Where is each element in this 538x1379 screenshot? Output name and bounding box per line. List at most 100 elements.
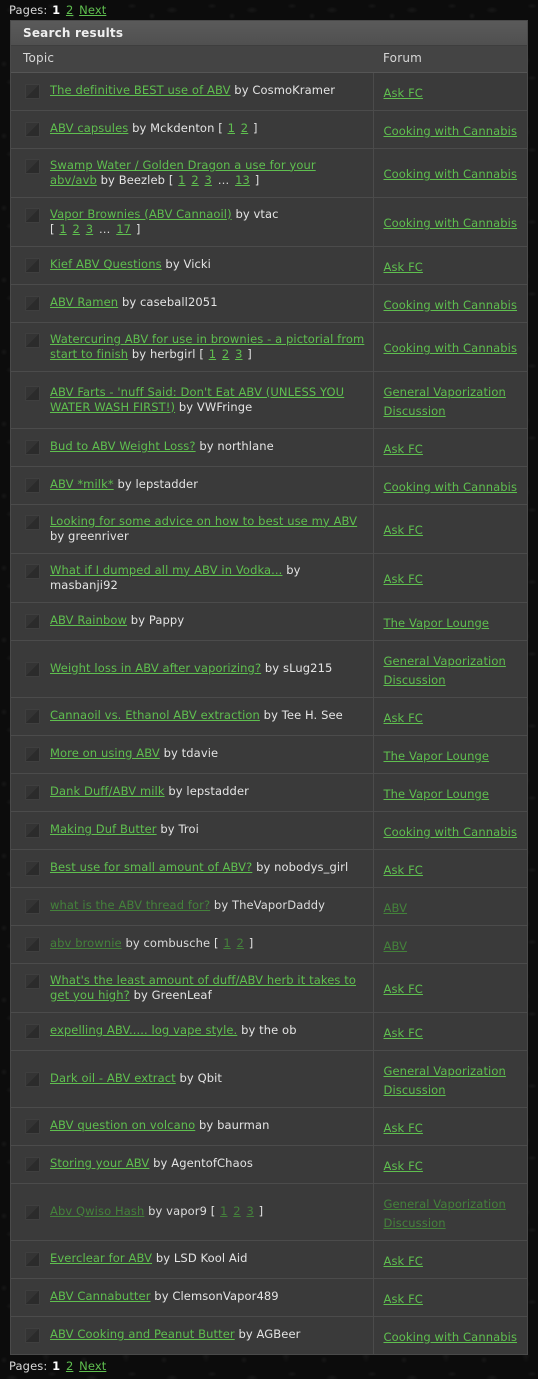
forum-link[interactable]: Cooking with Cannabis [384, 825, 518, 839]
topic-page-link[interactable]: 1 [177, 173, 186, 187]
forum-link[interactable]: Ask FC [384, 1254, 423, 1268]
forum-text: Ask FC [384, 523, 423, 537]
forum-link[interactable]: Ask FC [384, 260, 423, 274]
forum-link[interactable]: Ask FC [384, 1159, 423, 1173]
topic-link[interactable]: ABV *milk* [50, 477, 114, 491]
forum-link[interactable]: Ask FC [384, 711, 423, 725]
topic-text: ABV Ramen by caseball2051 [50, 295, 218, 310]
topic-page-link[interactable]: 2 [190, 173, 199, 187]
topic-link[interactable]: ABV Cooking and Peanut Butter [50, 1327, 235, 1341]
forum-link[interactable]: Cooking with Cannabis [384, 298, 518, 312]
forum-link[interactable]: The Vapor Lounge [384, 749, 490, 763]
table-row: Dank Duff/ABV milk by lepstadder The Vapo… [11, 772, 527, 811]
topic-author: by Vicki [161, 257, 211, 271]
topic-page-link[interactable]: 2 [221, 347, 230, 361]
table-row: Watercuring ABV for use in brownies - a … [11, 321, 527, 371]
topic-author: by nobodys_girl [252, 860, 349, 874]
topic-thumbnail-icon [25, 614, 40, 629]
topic-link[interactable]: Everclear for ABV [50, 1251, 152, 1265]
topic-link[interactable]: The definitive BEST use of ABV [50, 83, 231, 97]
forum-link[interactable]: General Vaporization Discussion [384, 654, 506, 687]
forum-cell: Ask FC [373, 1011, 527, 1050]
topic-link[interactable]: ABV Rainbow [50, 613, 127, 627]
topic-link[interactable]: what is the ABV thread for? [50, 898, 210, 912]
topic-link[interactable]: expelling ABV..... log vape style. [50, 1023, 237, 1037]
topic-page-link[interactable]: 3 [245, 1204, 254, 1218]
topic-page-link-last[interactable]: 17 [115, 222, 132, 236]
topic-link[interactable]: ABV question on volcano [50, 1118, 195, 1132]
forum-link[interactable]: Ask FC [384, 863, 423, 877]
forum-link[interactable]: Cooking with Cannabis [384, 167, 518, 181]
topic-link[interactable]: Bud to ABV Weight Loss? [50, 439, 196, 453]
forum-link[interactable]: Ask FC [384, 572, 423, 586]
topic-link[interactable]: More on using ABV [50, 746, 160, 760]
topic-page-link[interactable]: 2 [72, 222, 81, 236]
forum-link[interactable]: Cooking with Cannabis [384, 216, 518, 230]
topic-link[interactable]: ABV Ramen [50, 295, 118, 309]
forum-link[interactable]: The Vapor Lounge [384, 616, 490, 630]
pagination-page-2[interactable]: 2 [65, 3, 74, 17]
forum-cell: The Vapor Lounge [373, 734, 527, 773]
topic-text: Cannaoil vs. Ethanol ABV extraction by T… [50, 708, 343, 723]
forum-link[interactable]: General Vaporization Discussion [384, 1064, 506, 1097]
topic-page-link[interactable]: 3 [234, 347, 243, 361]
topic-link[interactable]: What if I dumped all my ABV in Vodka... [50, 563, 282, 577]
topic-link[interactable]: abv brownie [50, 936, 122, 950]
forum-text: Cooking with Cannabis [384, 167, 518, 181]
topic-link[interactable]: Vapor Brownies (ABV Cannaoil) [50, 207, 232, 221]
topic-page-link[interactable]: 1 [219, 1204, 228, 1218]
forum-link[interactable]: Ask FC [384, 442, 423, 456]
topic-link[interactable]: Best use for small amount of ABV? [50, 860, 252, 874]
topic-link[interactable]: Cannaoil vs. Ethanol ABV extraction [50, 708, 260, 722]
forum-link[interactable]: Cooking with Cannabis [384, 341, 518, 355]
topic-link[interactable]: Storing your ABV [50, 1156, 149, 1170]
topic-page-link[interactable]: 2 [232, 1204, 241, 1218]
topic-page-link[interactable]: 3 [85, 222, 94, 236]
topic-link[interactable]: Kief ABV Questions [50, 257, 162, 271]
topic-page-link[interactable]: 1 [58, 222, 67, 236]
forum-link[interactable]: Cooking with Cannabis [384, 480, 518, 494]
forum-link[interactable]: ABV [384, 939, 408, 953]
topic-link[interactable]: Making Duf Butter [50, 822, 157, 836]
forum-link[interactable]: ABV [384, 901, 408, 915]
topic-page-link[interactable]: 1 [227, 121, 236, 135]
forum-link[interactable]: Ask FC [384, 1292, 423, 1306]
pagination-label-bottom: Pages: [9, 1358, 48, 1373]
topic-link[interactable]: Dark oil - ABV extract [50, 1071, 176, 1085]
forum-link[interactable]: Ask FC [384, 982, 423, 996]
forum-cell: General Vaporization Discussion [373, 639, 527, 697]
topic-cell: Kief ABV Questions by Vicki [11, 245, 374, 284]
topic-link[interactable]: ABV Cannabutter [50, 1289, 151, 1303]
topic-link[interactable]: Looking for some advice on how to best u… [50, 514, 357, 528]
topic-page-link[interactable]: 2 [240, 121, 249, 135]
pagination-next[interactable]: Next [78, 3, 107, 17]
table-row: Abv Qwiso Hash by vapor9 [ 1 2 3 ] Genera… [11, 1182, 527, 1240]
topic-page-link-last[interactable]: 13 [234, 173, 251, 187]
topic-page-link[interactable]: 3 [204, 173, 213, 187]
forum-link[interactable]: Ask FC [384, 1121, 423, 1135]
forum-link[interactable]: Ask FC [384, 523, 423, 537]
forum-link[interactable]: General Vaporization Discussion [384, 385, 506, 418]
forum-link[interactable]: General Vaporization Discussion [384, 1197, 506, 1230]
forum-link[interactable]: Cooking with Cannabis [384, 124, 518, 138]
topic-thumbnail-icon [25, 207, 40, 223]
forum-link[interactable]: Ask FC [384, 86, 423, 100]
topic-page-link[interactable]: 1 [222, 936, 231, 950]
forum-link[interactable]: Ask FC [384, 1026, 423, 1040]
topic-thumbnail-icon [25, 514, 40, 530]
topic-link[interactable]: Dank Duff/ABV milk [50, 784, 165, 798]
pagination-next-bottom[interactable]: Next [78, 1359, 107, 1373]
topic-page-link[interactable]: 2 [236, 936, 245, 950]
topic-link[interactable]: Abv Qwiso Hash [50, 1204, 144, 1218]
pagination-page-2-bottom[interactable]: 2 [65, 1359, 74, 1373]
forum-link[interactable]: The Vapor Lounge [384, 787, 490, 801]
topic-page-link[interactable]: 1 [208, 347, 217, 361]
topic-link[interactable]: ABV capsules [50, 121, 128, 135]
forum-text: The Vapor Lounge [384, 749, 490, 763]
table-row: The definitive BEST use of ABV by CosmoK… [11, 71, 527, 110]
topic-text: ABV Cooking and Peanut Butter by AGBeer [50, 1327, 300, 1342]
topic-cell: What's the least amount of duff/ABV herb… [11, 962, 374, 1012]
topic-text: abv brownie by combusche [ 1 2 ] [50, 936, 253, 951]
forum-link[interactable]: Cooking with Cannabis [384, 1330, 518, 1344]
topic-link[interactable]: Weight loss in ABV after vaporizing? [50, 661, 261, 675]
